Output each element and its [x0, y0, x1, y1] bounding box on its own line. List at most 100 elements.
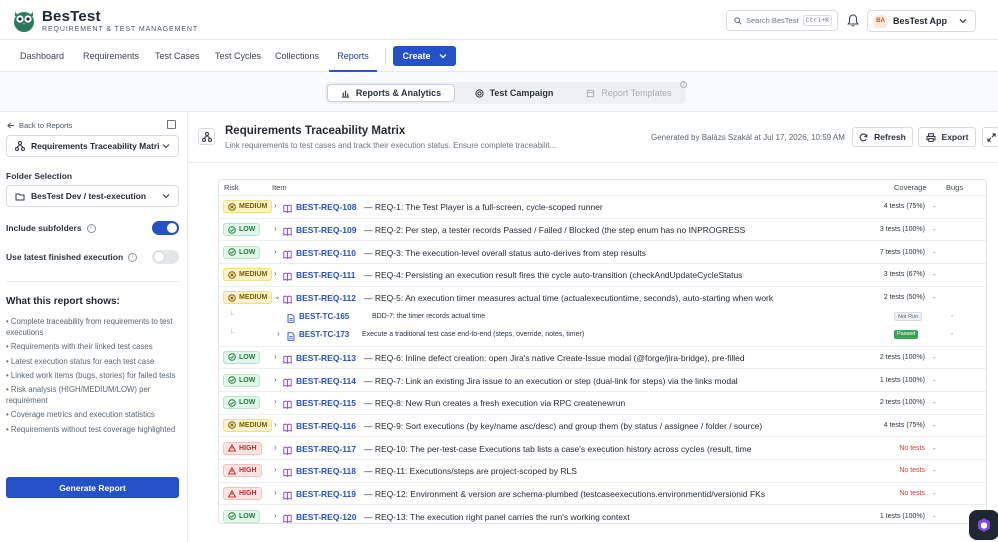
- info-icon[interactable]: i: [86, 223, 96, 233]
- test-case-key-link[interactable]: BEST-TC-165: [299, 312, 349, 321]
- execution-status-badge: Passed: [894, 329, 919, 339]
- report-header: Requirements Traceability Matrix Link re…: [189, 113, 998, 163]
- requirement-key-link[interactable]: BEST-REQ-118: [296, 466, 356, 476]
- table-row[interactable]: HIGH › BEST-REQ-117 — REQ-10: The per-test-…: [219, 436, 986, 459]
- table-row[interactable]: LOW › BEST-REQ-115 — REQ-8: New Run creates…: [219, 390, 986, 414]
- include-subfolders-toggle[interactable]: [152, 221, 179, 235]
- tab-collections[interactable]: Collections: [275, 40, 319, 72]
- search-shortcut: Ctrl+K: [802, 15, 832, 26]
- chevron-right-icon[interactable]: ›: [274, 375, 277, 384]
- requirement-key-link[interactable]: BEST-REQ-108: [296, 202, 356, 212]
- requirement-key-link[interactable]: BEST-REQ-111: [296, 270, 356, 280]
- search-input[interactable]: Search BesTest Ctrl+K: [726, 10, 838, 31]
- refresh-button[interactable]: Refresh: [852, 127, 913, 147]
- report-sidebar: Back to Reports Requirements Traceabilit…: [0, 113, 188, 542]
- child-test-case-row[interactable]: └ › BEST-TC-173 Execute a traditional test …: [219, 326, 986, 344]
- generate-report-button[interactable]: Generate Report: [6, 477, 179, 498]
- table-row[interactable]: MEDIUM ⌄ BEST-REQ-112 — REQ-5: An execution…: [219, 285, 986, 309]
- tab-test-cycles[interactable]: Test Cycles: [215, 40, 261, 72]
- chevron-right-icon[interactable]: ›: [274, 201, 277, 210]
- requirement-key-link[interactable]: BEST-REQ-109: [296, 225, 356, 235]
- coverage-value: 2 tests (100%): [879, 399, 925, 407]
- subnav-test-campaign[interactable]: Test Campaign: [459, 84, 569, 102]
- tab-requirements[interactable]: Requirements: [83, 40, 139, 72]
- export-button[interactable]: Export: [918, 127, 976, 147]
- report-type-select[interactable]: Requirements Traceability Matri: [6, 135, 179, 157]
- requirement-key-link[interactable]: BEST-REQ-110: [296, 248, 356, 258]
- chevron-right-icon[interactable]: ›: [274, 397, 277, 406]
- risk-label: HIGH: [239, 444, 257, 452]
- workspace-name: BesTest App: [893, 16, 948, 26]
- requirement-summary: — REQ-5: An execution timer measures act…: [364, 293, 774, 304]
- back-label: Back to Reports: [19, 121, 73, 130]
- subnav-report-templates[interactable]: Report Templates: [575, 84, 683, 102]
- table-row[interactable]: LOW › BEST-REQ-110 — REQ-3: The execution-l…: [219, 240, 986, 263]
- workspace-switcher[interactable]: BA BesTest App: [867, 10, 976, 32]
- table-row[interactable]: LOW › BEST-REQ-120 — REQ-13: The execution …: [219, 504, 986, 523]
- table-row[interactable]: MEDIUM › BEST-REQ-111 — REQ-4: Persisting a…: [219, 263, 986, 286]
- create-label: Create: [402, 51, 431, 61]
- child-test-case-row[interactable]: └ BEST-TC-165 BDD-7: the timer records act…: [219, 309, 986, 327]
- help-icon[interactable]: ?: [680, 81, 687, 88]
- create-button[interactable]: Create: [393, 46, 456, 66]
- table-row[interactable]: LOW › BEST-REQ-109 — REQ-2: Per step, a tes…: [219, 217, 986, 241]
- requirement-key-link[interactable]: BEST-REQ-117: [296, 444, 356, 454]
- chevron-right-icon[interactable]: ›: [274, 269, 277, 278]
- coverage-value: 3 tests (67%): [883, 271, 925, 279]
- tab-test-cases[interactable]: Test Cases: [155, 40, 200, 72]
- chevron-right-icon[interactable]: ›: [274, 443, 277, 452]
- latest-execution-toggle[interactable]: [152, 250, 179, 264]
- requirement-icon: [283, 225, 292, 237]
- chevron-right-icon[interactable]: ›: [274, 465, 277, 474]
- requirement-summary: — REQ-1: The Test Player is a full-scree…: [364, 202, 603, 213]
- owl-logo-icon[interactable]: [12, 7, 36, 33]
- table-row[interactable]: HIGH › BEST-REQ-118 — REQ-11: Executions/st…: [219, 459, 986, 482]
- requirement-key-link[interactable]: BEST-REQ-116: [296, 421, 356, 431]
- app-tagline: REQUIREMENT & TEST MANAGEMENT: [42, 26, 199, 33]
- info-icon[interactable]: i: [128, 252, 138, 262]
- bell-icon[interactable]: [847, 14, 859, 27]
- requirement-key-link[interactable]: BEST-REQ-114: [296, 376, 356, 386]
- report-subtitle: Link requirements to test cases and trac…: [225, 141, 557, 150]
- requirement-key-link[interactable]: BEST-REQ-120: [296, 512, 356, 522]
- chevron-right-icon[interactable]: ›: [274, 224, 277, 233]
- chevron-right-icon[interactable]: ›: [274, 247, 277, 256]
- chevron-right-icon[interactable]: ›: [274, 352, 277, 361]
- requirement-key-link[interactable]: BEST-REQ-112: [296, 293, 356, 303]
- subnav-reports-analytics[interactable]: Reports & Analytics: [327, 84, 455, 102]
- requirement-key-link[interactable]: BEST-REQ-119: [296, 489, 356, 499]
- bar-chart-icon: [341, 90, 349, 98]
- requirement-key-link[interactable]: BEST-REQ-115: [296, 398, 356, 408]
- folder-select[interactable]: BesTest Dev / test-execution: [6, 185, 179, 207]
- assistant-launcher-button[interactable]: [969, 510, 998, 540]
- bugs-value: -: [933, 247, 936, 257]
- chevron-right-icon[interactable]: ›: [274, 488, 277, 497]
- test-case-icon: [287, 330, 296, 341]
- report-subnav: Reports & Analytics Test Campaign Report…: [0, 72, 998, 112]
- collapse-sidebar-icon[interactable]: [167, 120, 176, 129]
- requirement-key-link[interactable]: BEST-REQ-113: [296, 353, 356, 363]
- column-header-bugs: Bugs: [946, 183, 964, 192]
- tab-dashboard[interactable]: Dashboard: [20, 40, 64, 72]
- back-to-reports-link[interactable]: Back to Reports: [7, 121, 72, 130]
- chevron-right-icon[interactable]: ›: [274, 511, 277, 520]
- risk-badge: MEDIUM: [223, 291, 273, 305]
- export-label: Export: [941, 132, 969, 142]
- table-row[interactable]: LOW › BEST-REQ-114 — REQ-7: Link an existin…: [219, 368, 986, 391]
- table-row[interactable]: LOW › BEST-REQ-113 — REQ-6: Inline defect c…: [219, 345, 986, 369]
- risk-label: LOW: [239, 512, 256, 520]
- subnav-label: Report Templates: [601, 88, 672, 98]
- table-row[interactable]: HIGH › BEST-REQ-119 — REQ-12: Environment &…: [219, 481, 986, 505]
- expand-button[interactable]: [982, 127, 998, 147]
- bugs-value: -: [933, 511, 936, 521]
- tab-reports[interactable]: Reports: [329, 40, 377, 72]
- chevron-down-icon[interactable]: ⌄: [274, 292, 281, 301]
- table-row[interactable]: MEDIUM › BEST-REQ-116 — REQ-9: Sort executi…: [219, 413, 986, 437]
- list-item: • Requirements without test coverage hig…: [6, 424, 176, 434]
- chevron-right-icon[interactable]: ›: [277, 329, 280, 338]
- test-case-key-link[interactable]: BEST-TC-173: [299, 330, 349, 339]
- chevron-right-icon[interactable]: ›: [274, 420, 277, 429]
- table-row[interactable]: MEDIUM › BEST-REQ-108 — REQ-1: The Test Pla…: [219, 195, 986, 218]
- medium-risk-icon: [228, 421, 236, 430]
- hierarchy-icon: [198, 128, 215, 145]
